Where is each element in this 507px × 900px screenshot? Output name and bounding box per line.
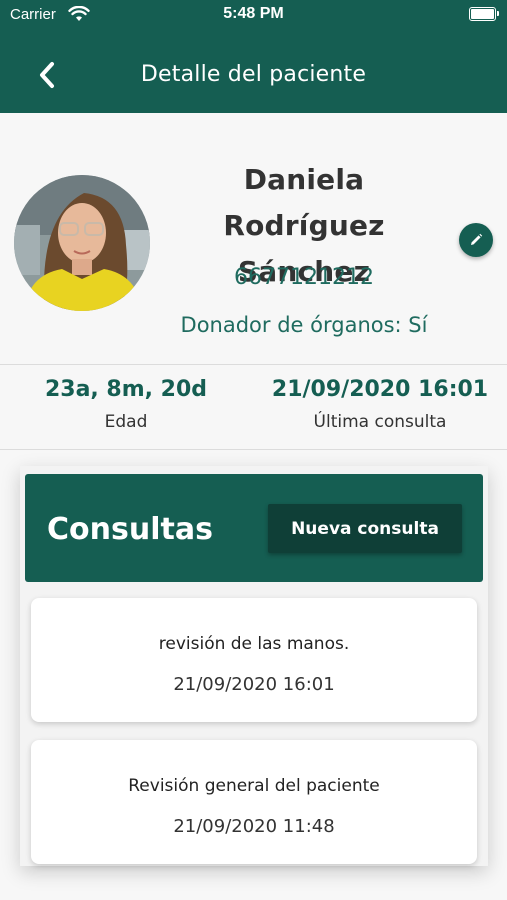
patient-profile: Daniela Rodríguez Sánchez 6677121212 Don…: [0, 113, 507, 365]
age-label: Edad: [104, 412, 148, 432]
consultas-card: Consultas Nueva consulta revisión de las…: [20, 466, 488, 866]
page-title: Detalle del paciente: [140, 62, 367, 87]
last-consult-stat: 21/09/2020 16:01 Última consulta: [270, 374, 490, 432]
new-consult-button[interactable]: Nueva consulta: [268, 504, 462, 553]
consult-title: Revisión general del paciente: [128, 776, 380, 796]
last-consult-label: Última consulta: [313, 412, 447, 432]
consult-title: revisión de las manos.: [158, 634, 350, 654]
age-stat: 23a, 8m, 20d Edad: [20, 374, 232, 432]
status-bar: Carrier 5:48 PM: [0, 0, 507, 30]
patient-avatar: [14, 175, 150, 311]
consult-list-item[interactable]: revisión de las manos. 21/09/2020 16:01: [31, 598, 477, 722]
consult-date: 21/09/2020 16:01: [173, 674, 335, 695]
battery-icon: [469, 7, 499, 21]
consultas-title: Consultas: [47, 512, 213, 547]
last-consult-value: 21/09/2020 16:01: [271, 377, 489, 402]
organ-donor-status: Donador de órganos: Sí: [180, 313, 428, 337]
patient-phone[interactable]: 6677121212: [160, 265, 448, 290]
pencil-icon: [471, 233, 483, 245]
patient-stats: 23a, 8m, 20d Edad 21/09/2020 16:01 Últim…: [0, 366, 507, 450]
edit-patient-button[interactable]: [459, 223, 493, 257]
status-time: 5:48 PM: [223, 5, 284, 22]
age-value: 23a, 8m, 20d: [44, 377, 208, 402]
app-header: Carrier 5:48 PM Detalle del paciente: [0, 0, 507, 113]
consult-date: 21/09/2020 11:48: [173, 816, 335, 837]
consult-list-item[interactable]: Revisión general del paciente 21/09/2020…: [31, 740, 477, 864]
patient-name-line1: Daniela Rodríguez: [223, 163, 385, 242]
consultas-header: Consultas Nueva consulta: [25, 474, 483, 582]
